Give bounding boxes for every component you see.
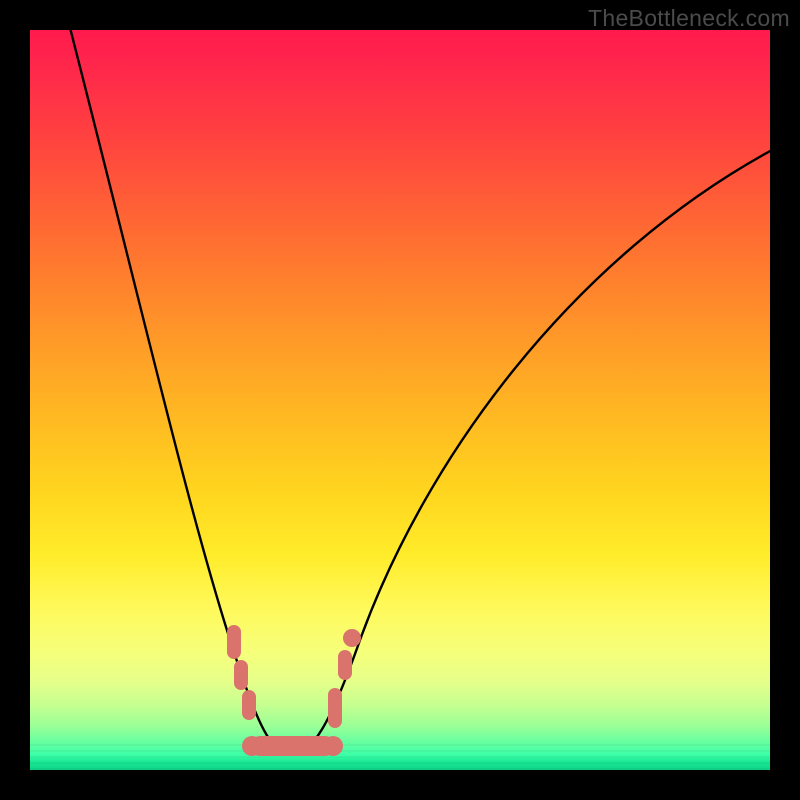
- marker-right-1: [328, 688, 342, 728]
- marker-left-2: [234, 660, 248, 690]
- marker-bottom-cap-right: [323, 736, 343, 756]
- plot-area: [30, 30, 770, 770]
- chart-frame: TheBottleneck.com: [0, 0, 800, 800]
- marker-right-3: [343, 629, 361, 647]
- bottleneck-curve: [68, 30, 770, 754]
- marker-right-2: [338, 650, 352, 680]
- marker-left-1: [227, 625, 241, 659]
- watermark-text: TheBottleneck.com: [588, 5, 790, 32]
- marker-bottom: [250, 736, 335, 756]
- marker-bottom-cap-left: [242, 736, 262, 756]
- marker-left-3: [242, 690, 256, 720]
- curve-layer: [30, 30, 770, 770]
